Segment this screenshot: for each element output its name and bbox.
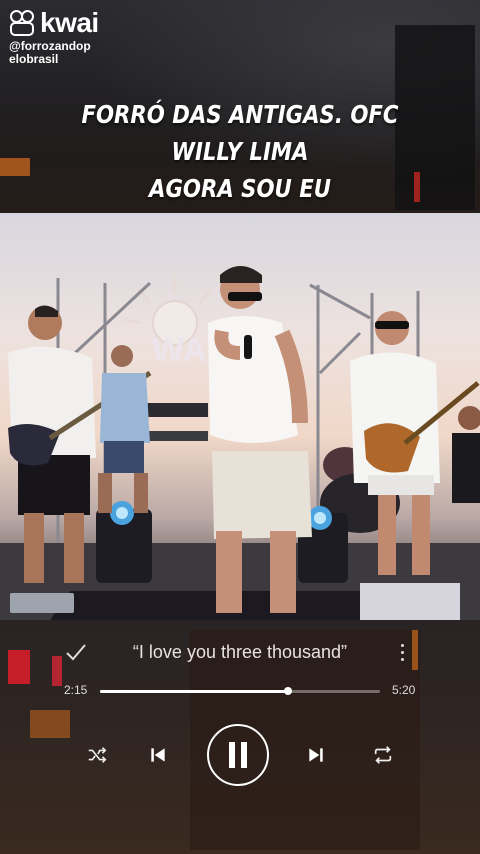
kwai-logo-text: kwai — [40, 7, 99, 38]
shuffle-icon[interactable] — [84, 742, 110, 768]
concert-stage-illustration: WA — [0, 266, 480, 620]
user-handle-line2: elobrasil — [9, 52, 59, 66]
check-icon[interactable] — [64, 640, 88, 664]
progress-knob[interactable] — [283, 687, 292, 695]
pause-icon-bar-left — [229, 742, 235, 768]
user-handle: @forrozandop elobrasil — [9, 40, 91, 66]
video-frame[interactable]: WA — [0, 213, 480, 620]
kwai-logo: kwai — [10, 7, 99, 38]
progress-slider[interactable] — [100, 687, 380, 695]
caption-line-3: AGORA SOU EU — [149, 174, 331, 203]
total-time: 5:20 — [392, 683, 416, 697]
pause-button[interactable] — [207, 724, 269, 786]
song-title: “I love you three thousand” — [132, 642, 348, 662]
next-icon[interactable] — [304, 743, 328, 767]
caption-line-2: WILLY LIMA — [171, 137, 309, 166]
more-options-icon[interactable] — [395, 640, 409, 664]
caption-line-1: FORRÓ DAS ANTIGAS. OFC — [81, 100, 399, 129]
svg-text:WA: WA — [152, 331, 207, 369]
progress-fill — [100, 690, 288, 693]
video-caption: FORRÓ DAS ANTIGAS. OFC WILLY LIMA AGORA … — [36, 96, 444, 207]
kwai-logo-icon — [10, 10, 34, 36]
current-time: 2:15 — [64, 683, 88, 697]
repeat-icon[interactable] — [370, 742, 396, 768]
previous-icon[interactable] — [146, 743, 170, 767]
pause-icon-bar-right — [241, 742, 247, 768]
